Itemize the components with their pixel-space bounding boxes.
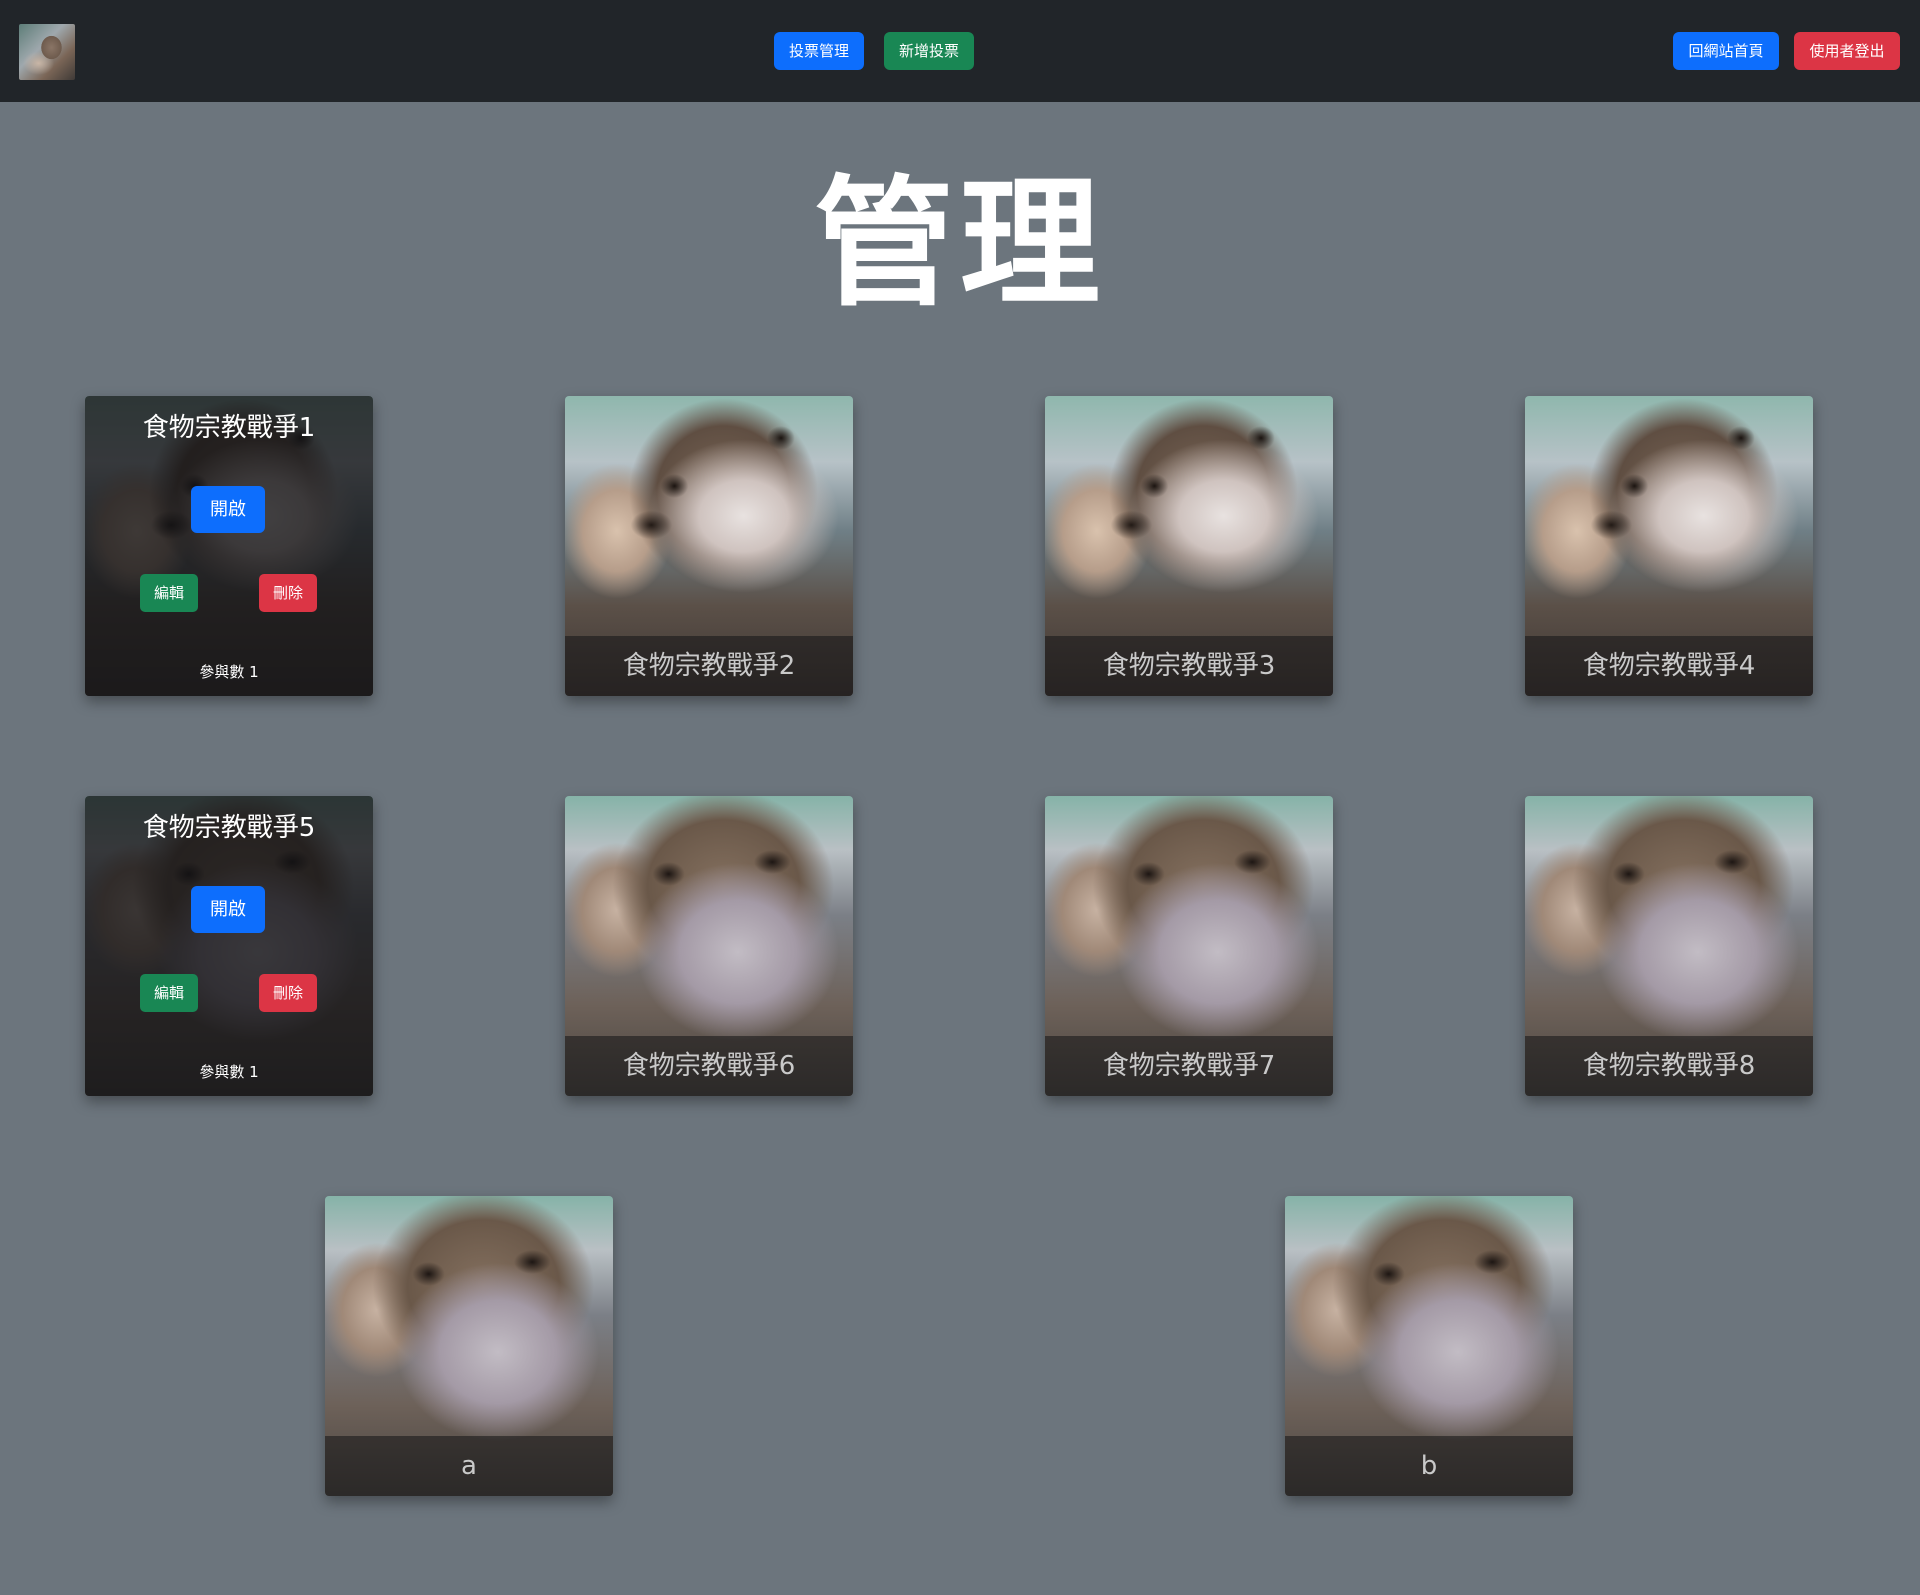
card-caption: a: [325, 1436, 613, 1496]
open-button[interactable]: 開啟: [191, 886, 265, 933]
card-title: 食物宗教戰爭5: [142, 813, 316, 843]
card-caption: 食物宗教戰爭2: [565, 636, 853, 696]
card-caption: b: [1285, 1436, 1573, 1496]
vote-manage-button[interactable]: 投票管理: [774, 32, 864, 70]
card-caption: 食物宗教戰爭3: [1045, 636, 1333, 696]
card-caption: 食物宗教戰爭4: [1525, 636, 1813, 696]
participant-count: 參與數 1: [199, 1063, 259, 1081]
vote-card[interactable]: 食物宗教戰爭6: [565, 796, 853, 1096]
vote-card[interactable]: 食物宗教戰爭5 開啟 編輯 刪除 參與數 1: [85, 796, 373, 1096]
card-caption: 食物宗教戰爭7: [1045, 1036, 1333, 1096]
vote-card[interactable]: b: [1285, 1196, 1573, 1496]
card-title: 食物宗教戰爭1: [142, 413, 316, 443]
vote-card[interactable]: 食物宗教戰爭1 開啟 編輯 刪除 參與數 1: [85, 396, 373, 696]
open-button[interactable]: 開啟: [191, 486, 265, 533]
add-vote-button[interactable]: 新增投票: [884, 32, 974, 70]
vote-card[interactable]: 食物宗教戰爭8: [1525, 796, 1813, 1096]
logout-button[interactable]: 使用者登出: [1794, 32, 1900, 70]
vote-card[interactable]: 食物宗教戰爭2: [565, 396, 853, 696]
delete-button[interactable]: 刪除: [259, 574, 317, 612]
vote-card[interactable]: 食物宗教戰爭3: [1045, 396, 1333, 696]
page-title: 管理: [813, 163, 1106, 326]
vote-card[interactable]: 食物宗教戰爭7: [1045, 796, 1333, 1096]
edit-button[interactable]: 編輯: [140, 974, 198, 1012]
delete-button[interactable]: 刪除: [259, 974, 317, 1012]
vote-card[interactable]: a: [325, 1196, 613, 1496]
card-caption: 食物宗教戰爭8: [1525, 1036, 1813, 1096]
vote-card[interactable]: 食物宗教戰爭4: [1525, 396, 1813, 696]
home-button[interactable]: 回網站首頁: [1673, 32, 1779, 70]
card-caption: 食物宗教戰爭6: [565, 1036, 853, 1096]
top-navbar: 投票管理 新增投票 回網站首頁 使用者登出: [0, 0, 1920, 102]
edit-button[interactable]: 編輯: [140, 574, 198, 612]
site-logo[interactable]: [19, 24, 75, 80]
participant-count: 參與數 1: [199, 663, 259, 681]
